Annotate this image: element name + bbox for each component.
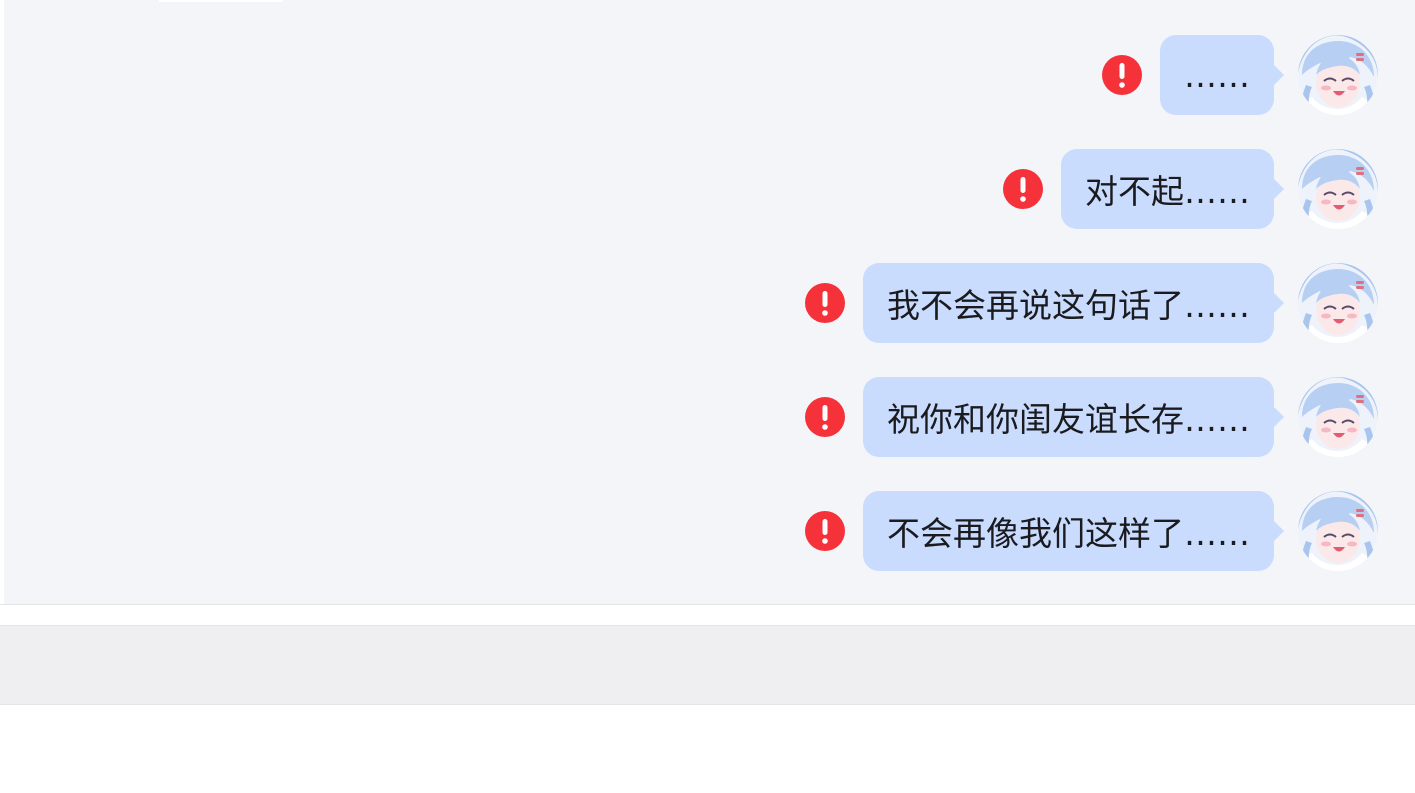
message-bubble[interactable]: …… — [1160, 35, 1284, 115]
message-row: 对不起…… — [1003, 149, 1378, 229]
message-bubble[interactable]: 祝你和你闺友谊长存…… — [863, 377, 1284, 457]
anime-girl-avatar-icon — [1298, 149, 1378, 229]
exclamation-icon — [822, 519, 828, 544]
previous-message-fragment — [159, 0, 283, 2]
message-bubble[interactable]: 我不会再说这句话了…… — [863, 263, 1284, 343]
avatar[interactable] — [1298, 377, 1378, 457]
message-row: 我不会再说这句话了…… — [805, 263, 1378, 343]
avatar[interactable] — [1298, 491, 1378, 571]
send-failed-icon[interactable] — [1102, 55, 1142, 95]
message-text: 我不会再说这句话了…… — [887, 286, 1250, 325]
message-bubble[interactable]: 不会再像我们这样了…… — [863, 491, 1284, 571]
anime-girl-avatar-icon — [1298, 263, 1378, 343]
message-text: …… — [1184, 55, 1250, 95]
send-failed-icon[interactable] — [805, 397, 845, 437]
chat-divider — [0, 604, 1415, 605]
input-toolbar[interactable] — [0, 626, 1415, 704]
message-bubble[interactable]: 对不起…… — [1061, 149, 1284, 229]
anime-girl-avatar-icon — [1298, 377, 1378, 457]
anime-girl-avatar-icon — [1298, 35, 1378, 115]
exclamation-icon — [822, 405, 828, 430]
avatar[interactable] — [1298, 149, 1378, 229]
message-text: 祝你和你闺友谊长存…… — [887, 400, 1250, 439]
message-row: 祝你和你闺友谊长存…… — [805, 377, 1378, 457]
exclamation-icon — [1020, 177, 1026, 202]
message-text: 对不起…… — [1085, 172, 1250, 211]
exclamation-icon — [1119, 63, 1125, 88]
message-row: …… — [1102, 35, 1378, 115]
bottom-panel — [0, 705, 1415, 793]
send-failed-icon[interactable] — [805, 511, 845, 551]
chat-message-list[interactable]: …… 对不起…… 我不会再说这句话了…… 祝你和你闺友谊长存…… 不会再像我们这… — [4, 0, 1415, 604]
exclamation-icon — [822, 291, 828, 316]
message-row: 不会再像我们这样了…… — [805, 491, 1378, 571]
anime-girl-avatar-icon — [1298, 491, 1378, 571]
send-failed-icon[interactable] — [805, 283, 845, 323]
avatar[interactable] — [1298, 263, 1378, 343]
avatar[interactable] — [1298, 35, 1378, 115]
send-failed-icon[interactable] — [1003, 169, 1043, 209]
message-text: 不会再像我们这样了…… — [887, 514, 1250, 553]
